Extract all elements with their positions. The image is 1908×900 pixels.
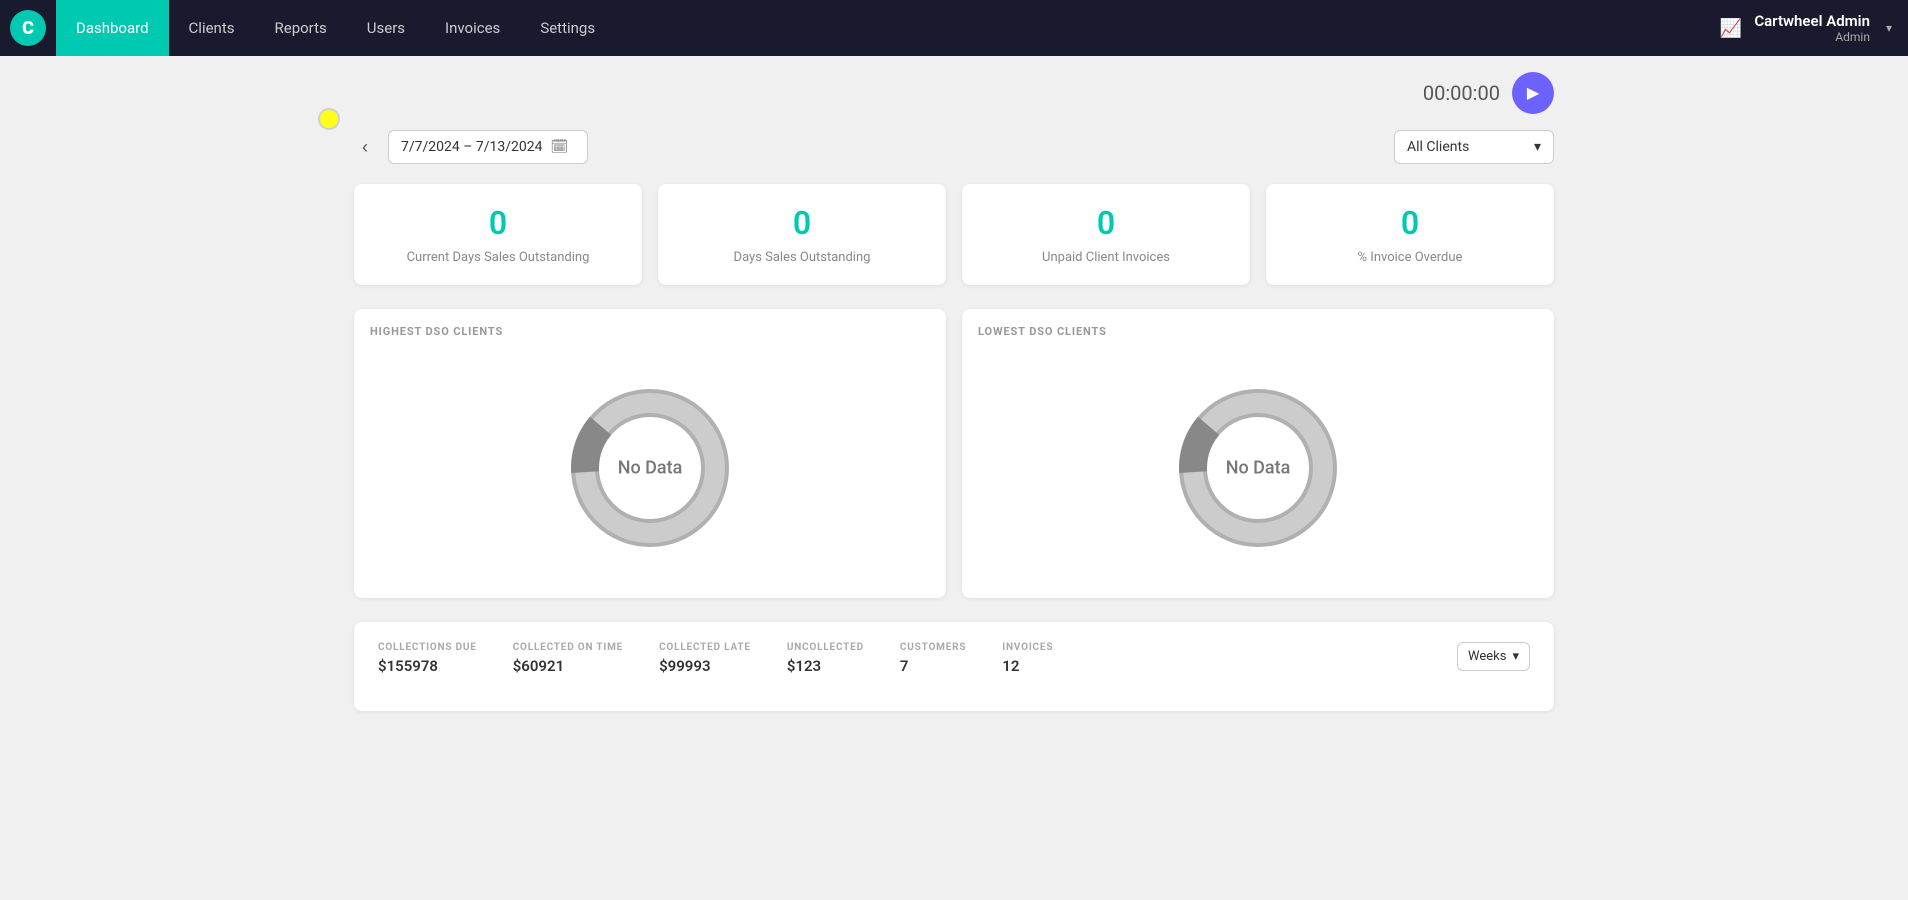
nav-user-role: Admin [1754,30,1870,44]
clients-dropdown-chevron-icon: ▾ [1534,139,1541,155]
nav-user-chevron-icon: ▾ [1886,21,1892,35]
dso-row: HIGHEST DSO CLIENTS No Data LOWEST DSO C… [354,309,1554,598]
bottom-stat-customers: CUSTOMERS 7 [900,642,966,675]
invoices-label: INVOICES [1002,642,1053,653]
stat-value-current-dso: 0 [370,204,626,242]
bottom-stat-collections-due: COLLECTIONS DUE $155978 [378,642,477,675]
stat-card-overdue: 0 % Invoice Overdue [1266,184,1554,285]
collected-late-value: $99993 [659,657,751,675]
nav-item-reports[interactable]: Reports [255,0,347,56]
customers-label: CUSTOMERS [900,642,966,653]
clients-dropdown-label: All Clients [1407,139,1469,155]
invoices-value: 12 [1002,657,1053,675]
uncollected-value: $123 [787,657,864,675]
filters-row: ‹ 7/7/2024 – 7/13/2024 🗓 All Clients ▾ [354,80,1554,164]
bottom-stat-collected-ontime: COLLECTED ON TIME $60921 [513,642,623,675]
calendar-icon: 🗓 [551,139,569,155]
stat-card-current-dso: 0 Current Days Sales Outstanding [354,184,642,285]
navbar: C Dashboard Clients Reports Users Invoic… [0,0,1908,56]
weeks-dropdown[interactable]: Weeks ▾ [1457,642,1530,671]
collected-ontime-label: COLLECTED ON TIME [513,642,623,653]
lowest-dso-chart: No Data [962,338,1554,598]
stats-row: 0 Current Days Sales Outstanding 0 Days … [354,184,1554,285]
stat-value-dso: 0 [674,204,930,242]
bottom-stat-invoices: INVOICES 12 [1002,642,1053,675]
nav-items: Dashboard Clients Reports Users Invoices… [56,0,1720,56]
bottom-card-header: COLLECTIONS DUE $155978 COLLECTED ON TIM… [378,642,1530,675]
bottom-stat-collected-late: COLLECTED LATE $99993 [659,642,751,675]
timer-display: 00:00:00 [1423,81,1500,105]
stat-label-overdue: % Invoice Overdue [1282,250,1538,265]
timer-play-button[interactable]: ▶ [1512,72,1554,114]
highest-dso-title: HIGHEST DSO CLIENTS [354,309,946,338]
stat-value-unpaid: 0 [978,204,1234,242]
date-prev-button[interactable]: ‹ [354,133,376,162]
nav-user-name: Cartwheel Admin [1754,12,1870,30]
main-content: 00:00:00 ▶ ‹ 7/7/2024 – 7/13/2024 🗓 All … [354,56,1554,759]
collections-due-label: COLLECTIONS DUE [378,642,477,653]
highest-dso-donut: No Data [560,378,740,558]
nav-item-dashboard[interactable]: Dashboard [56,0,169,56]
clients-dropdown[interactable]: All Clients ▾ [1394,130,1554,164]
stat-card-unpaid: 0 Unpaid Client Invoices [962,184,1250,285]
collected-ontime-value: $60921 [513,657,623,675]
stat-card-dso: 0 Days Sales Outstanding [658,184,946,285]
date-range-picker[interactable]: 7/7/2024 – 7/13/2024 🗓 [388,130,588,164]
bottom-stat-uncollected: UNCOLLECTED $123 [787,642,864,675]
nav-item-users[interactable]: Users [347,0,425,56]
nav-right: 📈 Cartwheel Admin Admin ▾ [1720,12,1908,44]
bottom-stats: COLLECTIONS DUE $155978 COLLECTED ON TIM… [378,642,1053,675]
stat-value-overdue: 0 [1282,204,1538,242]
stat-label-current-dso: Current Days Sales Outstanding [370,250,626,265]
weeks-dropdown-chevron-icon: ▾ [1512,649,1519,664]
collected-late-label: COLLECTED LATE [659,642,751,653]
stat-label-dso: Days Sales Outstanding [674,250,930,265]
highest-dso-card: HIGHEST DSO CLIENTS No Data [354,309,946,598]
nav-item-invoices[interactable]: Invoices [425,0,520,56]
bottom-stats-card: COLLECTIONS DUE $155978 COLLECTED ON TIM… [354,622,1554,711]
stat-label-unpaid: Unpaid Client Invoices [978,250,1234,265]
nav-item-clients[interactable]: Clients [169,0,255,56]
analytics-icon: 📈 [1720,18,1742,39]
uncollected-label: UNCOLLECTED [787,642,864,653]
lowest-dso-card: LOWEST DSO CLIENTS No Data [962,309,1554,598]
nav-user-menu[interactable]: Cartwheel Admin Admin [1754,12,1870,44]
collections-due-value: $155978 [378,657,477,675]
nav-logo[interactable]: C [0,0,56,56]
timer-area: 00:00:00 ▶ [1423,72,1554,114]
date-range-text: 7/7/2024 – 7/13/2024 [401,139,543,155]
weeks-dropdown-label: Weeks [1468,649,1506,664]
lowest-dso-donut: No Data [1168,378,1348,558]
lowest-dso-title: LOWEST DSO CLIENTS [962,309,1554,338]
customers-value: 7 [900,657,966,675]
nav-item-settings[interactable]: Settings [520,0,615,56]
lowest-dso-no-data-label: No Data [1226,458,1291,479]
logo-icon: C [10,10,46,46]
highest-dso-no-data-label: No Data [618,458,683,479]
play-icon: ▶ [1527,83,1539,103]
highest-dso-chart: No Data [354,338,946,598]
